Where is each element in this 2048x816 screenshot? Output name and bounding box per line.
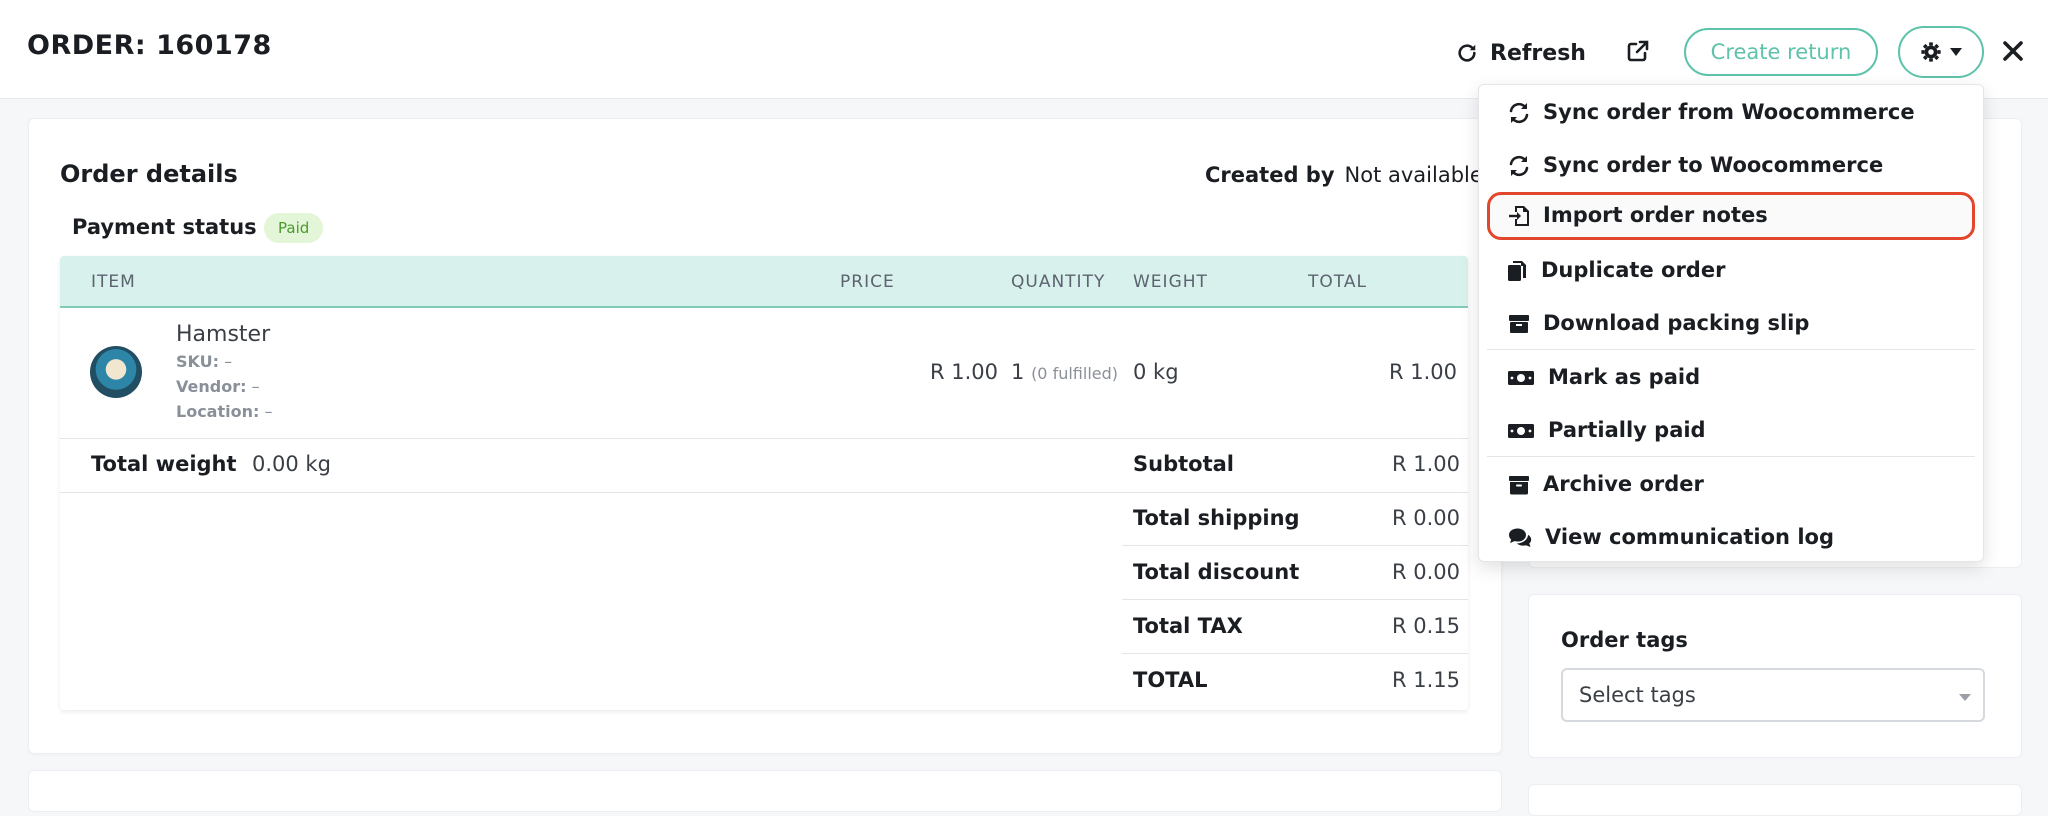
items-table-header: ITEM PRICE QUANTITY WEIGHT TOTAL <box>60 256 1468 308</box>
header-item: ITEM <box>91 272 136 292</box>
menu-item-label: Import order notes <box>1543 203 1768 227</box>
refresh-icon <box>1458 44 1476 62</box>
file-import-icon <box>1509 206 1529 226</box>
order-tags-title: Order tags <box>1561 628 1688 652</box>
item-price: R 1.00 <box>930 360 999 384</box>
caret-down-icon <box>1959 694 1971 701</box>
refresh-label: Refresh <box>1490 40 1586 66</box>
menu-item-download-packing-slip[interactable]: Download packing slip <box>1487 300 1975 348</box>
divider <box>1122 545 1468 546</box>
menu-item-label: Archive order <box>1543 472 1704 496</box>
refresh-button[interactable]: Refresh <box>1456 36 1586 70</box>
product-name: Hamster <box>176 322 271 347</box>
gear-icon <box>1921 42 1941 62</box>
header-weight: WEIGHT <box>1133 272 1208 292</box>
bottom-card <box>28 770 1502 812</box>
box-icon <box>1509 315 1529 333</box>
page-title: ORDER: 160178 <box>27 30 272 61</box>
discount-value: R 0.00 <box>1391 560 1460 584</box>
archive-icon <box>1509 476 1529 495</box>
menu-item-label: Sync order to Woocommerce <box>1543 153 1884 177</box>
grand-total-label: TOTAL <box>1133 668 1208 692</box>
total-weight-row: Total weight 0.00 kg <box>60 438 1468 493</box>
menu-item-import-order-notes[interactable]: Import order notes <box>1487 192 1975 240</box>
menu-item-mark-as-paid[interactable]: Mark as paid <box>1487 354 1975 402</box>
subtotal-value: R 1.00 <box>1391 452 1460 476</box>
menu-item-label: Download packing slip <box>1543 311 1810 335</box>
order-details-title: Order details <box>60 160 238 188</box>
item-total: R 1.00 <box>1388 360 1457 384</box>
close-icon[interactable] <box>2002 40 2024 62</box>
table-row: Hamster SKU: – Vendor: – Location: – R 1… <box>60 308 1468 439</box>
create-return-button[interactable]: Create return <box>1684 28 1878 76</box>
payment-status-label: Payment status <box>72 215 257 239</box>
product-image <box>90 346 142 398</box>
total-weight-label: Total weight <box>91 452 237 476</box>
header-price: PRICE <box>840 272 895 292</box>
menu-item-label: Partially paid <box>1548 418 1706 442</box>
menu-item-label: View communication log <box>1545 525 1834 549</box>
tax-value: R 0.15 <box>1391 614 1460 638</box>
status-badge: Paid <box>264 213 324 243</box>
menu-divider <box>1487 349 1975 350</box>
copy-icon <box>1508 261 1526 281</box>
menu-item-duplicate-order[interactable]: Duplicate order <box>1487 247 1975 295</box>
item-quantity: 1 (0 fulfilled) <box>1011 360 1118 384</box>
tags-select[interactable]: Select tags <box>1561 668 1985 722</box>
menu-item-label: Duplicate order <box>1541 258 1726 282</box>
product-sku: SKU: – <box>176 352 233 371</box>
product-vendor: Vendor: – <box>176 377 260 396</box>
sync-icon <box>1509 102 1529 124</box>
sync-icon <box>1509 155 1529 177</box>
money-bill-icon <box>1508 371 1534 385</box>
created-by: Created by Not available <box>1205 163 1483 187</box>
menu-item-partially-paid[interactable]: Partially paid <box>1487 407 1975 455</box>
created-by-label: Created by <box>1205 163 1335 187</box>
menu-item-archive-order[interactable]: Archive order <box>1487 461 1975 509</box>
divider <box>1122 599 1468 600</box>
menu-divider <box>1487 456 1975 457</box>
header-total: TOTAL <box>1308 272 1367 292</box>
item-weight: 0 kg <box>1133 360 1179 384</box>
menu-item-label: Sync order from Woocommerce <box>1543 100 1915 124</box>
shipping-value: R 0.00 <box>1391 506 1460 530</box>
comments-icon <box>1509 528 1532 547</box>
discount-label: Total discount <box>1133 560 1300 584</box>
menu-item-sync-from-woocommerce[interactable]: Sync order from Woocommerce <box>1487 89 1975 137</box>
header-quantity: QUANTITY <box>1011 272 1106 292</box>
divider <box>1122 653 1468 654</box>
total-weight-value: 0.00 kg <box>252 452 331 476</box>
settings-dropdown-button[interactable] <box>1898 26 1984 78</box>
caret-down-icon <box>1950 48 1962 56</box>
tags-select-placeholder: Select tags <box>1579 683 1696 707</box>
settings-dropdown-menu: Sync order from Woocommerce Sync order t… <box>1478 84 1984 562</box>
subtotal-label: Subtotal <box>1133 452 1234 476</box>
money-bill-icon <box>1508 424 1534 438</box>
menu-item-label: Mark as paid <box>1548 365 1701 389</box>
menu-item-view-communication-log[interactable]: View communication log <box>1487 514 1975 562</box>
grand-total-value: R 1.15 <box>1391 668 1460 692</box>
shipping-label: Total shipping <box>1133 506 1300 530</box>
created-by-value: Not available <box>1344 163 1483 187</box>
tax-label: Total TAX <box>1133 614 1243 638</box>
external-link-icon[interactable] <box>1626 39 1650 63</box>
product-location: Location: – <box>176 402 273 421</box>
menu-item-sync-to-woocommerce[interactable]: Sync order to Woocommerce <box>1487 142 1975 190</box>
